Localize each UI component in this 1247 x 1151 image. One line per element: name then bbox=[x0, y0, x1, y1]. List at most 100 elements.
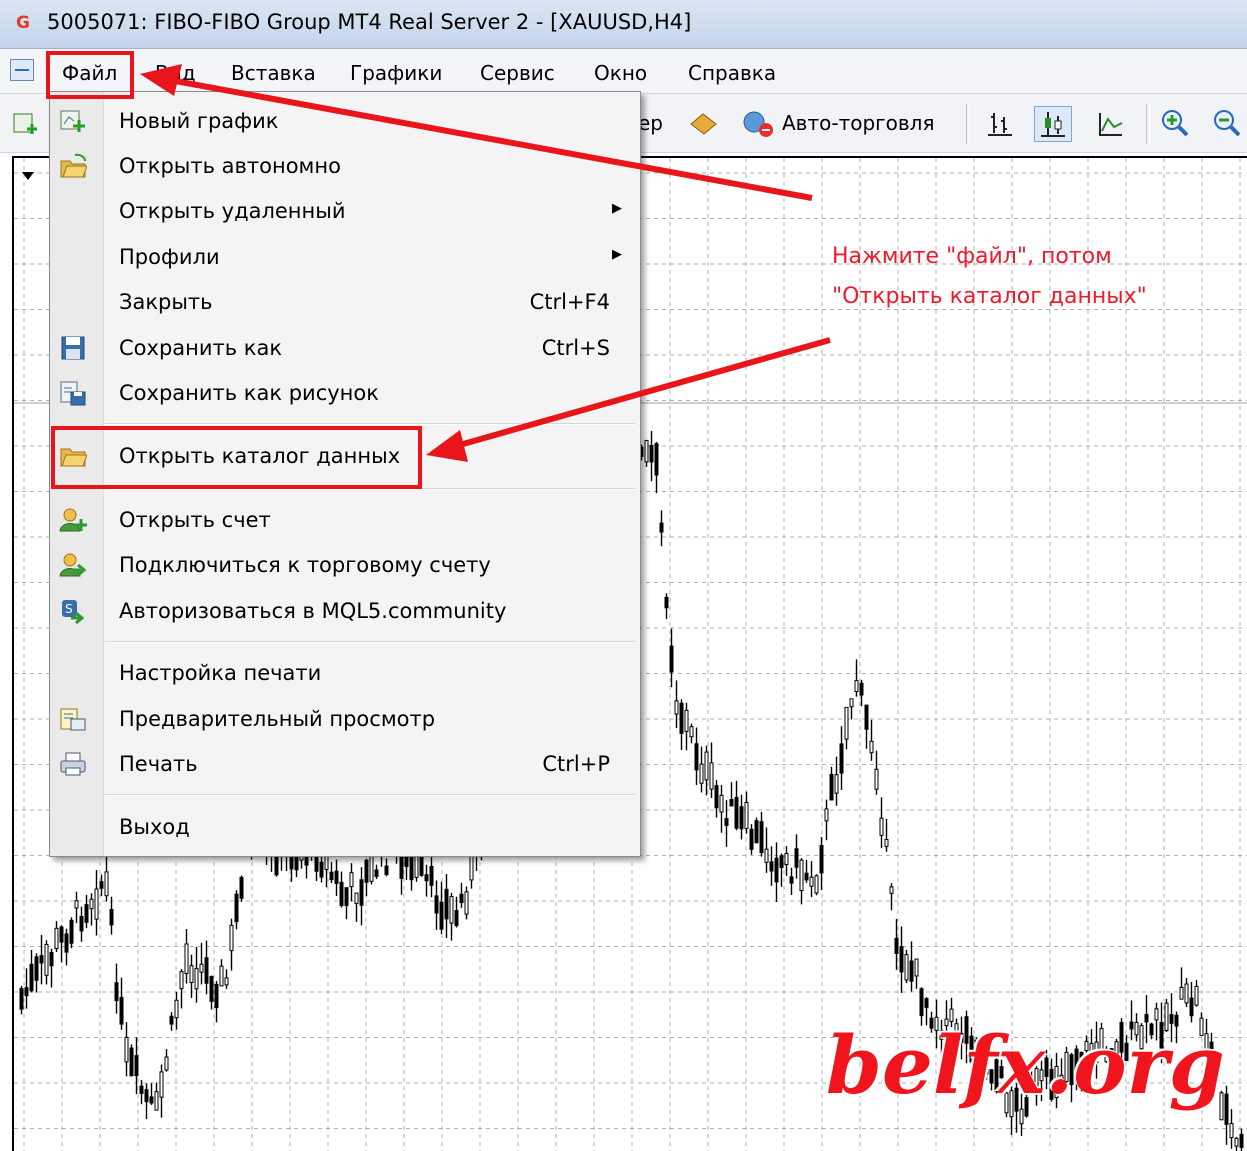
candle-body bbox=[669, 645, 674, 673]
chart-window-icon[interactable] bbox=[10, 59, 34, 81]
candle-body bbox=[24, 987, 29, 997]
candle-body bbox=[34, 956, 39, 981]
candle-body bbox=[644, 439, 649, 463]
candle-body bbox=[904, 954, 909, 981]
menu-print-preview[interactable]: Предварительный просмотр bbox=[50, 698, 640, 740]
menu-print-setup[interactable]: Настройка печати bbox=[50, 652, 640, 694]
menu-help[interactable]: Справка bbox=[688, 61, 776, 85]
menu-label: Печать bbox=[119, 752, 198, 776]
candle-body bbox=[664, 596, 669, 609]
printer-icon bbox=[60, 752, 86, 776]
candle-body bbox=[724, 818, 729, 826]
candle-body bbox=[739, 806, 744, 830]
new-chart-toolbar-button[interactable] bbox=[12, 106, 38, 140]
candle-body bbox=[659, 522, 664, 533]
candle-body bbox=[444, 888, 449, 920]
menu-separator bbox=[105, 641, 635, 643]
data-folder-highlight bbox=[51, 426, 422, 489]
menu-open-remote[interactable]: Открыть удаленный ▶ bbox=[50, 190, 640, 232]
bar-chart-button[interactable] bbox=[986, 106, 1014, 140]
candle-body bbox=[99, 881, 104, 889]
menu-label: Настройка печати bbox=[119, 661, 322, 685]
candle-body bbox=[449, 896, 454, 924]
candle-body bbox=[819, 844, 824, 874]
menu-print[interactable]: Печать Ctrl+P bbox=[50, 743, 640, 785]
open-folder-icon bbox=[60, 153, 87, 178]
menu-open-offline[interactable]: Открыть автономно bbox=[50, 145, 640, 187]
toolbar-separator bbox=[966, 104, 970, 144]
candle-body bbox=[19, 987, 24, 1010]
line-chart-button[interactable] bbox=[1096, 106, 1124, 140]
menu-new-chart[interactable]: Новый график bbox=[50, 100, 640, 142]
candle-body bbox=[184, 943, 189, 974]
candle-body bbox=[169, 1015, 174, 1025]
candle-body bbox=[159, 1071, 164, 1098]
candlestick-icon bbox=[1041, 112, 1065, 137]
menu-open-account[interactable]: Открыть счет bbox=[50, 499, 640, 541]
candle-body bbox=[799, 859, 804, 892]
menu-save-as-picture[interactable]: Сохранить как рисунок bbox=[50, 372, 640, 414]
user-add-icon bbox=[59, 508, 87, 532]
save-picture-icon bbox=[60, 381, 86, 406]
menu-label: Выход bbox=[119, 815, 190, 839]
candle-body bbox=[814, 875, 819, 894]
candle-body bbox=[39, 955, 44, 964]
candle-chart-button[interactable] bbox=[1034, 106, 1072, 142]
menu-service[interactable]: Сервис bbox=[480, 61, 555, 85]
candle-body bbox=[354, 892, 359, 904]
candle-body bbox=[129, 1047, 134, 1077]
candle-body bbox=[734, 796, 739, 829]
candle-body bbox=[329, 871, 334, 881]
candle-body bbox=[434, 895, 439, 914]
candle-body bbox=[704, 751, 709, 781]
menu-insert[interactable]: Вставка bbox=[231, 61, 316, 85]
annotation-line-2: "Открыть каталог данных" bbox=[832, 284, 1147, 309]
candle-body bbox=[204, 957, 209, 984]
file-menu-highlight bbox=[46, 51, 134, 99]
candle-body bbox=[709, 762, 714, 790]
zoom-in-button[interactable] bbox=[1160, 106, 1190, 140]
menu-separator bbox=[105, 794, 635, 796]
candle-body bbox=[364, 859, 369, 883]
candle-body bbox=[864, 704, 869, 730]
candle-body bbox=[1234, 1137, 1239, 1147]
candle-body bbox=[349, 872, 354, 888]
menu-profiles[interactable]: Профили ▶ bbox=[50, 236, 640, 278]
menu-close[interactable]: Закрыть Ctrl+F4 bbox=[50, 281, 640, 323]
candle-body bbox=[334, 870, 339, 884]
menu-charts[interactable]: Графики bbox=[350, 61, 442, 85]
candle-body bbox=[854, 680, 859, 693]
candle-body bbox=[839, 743, 844, 774]
candle-body bbox=[1194, 985, 1199, 1006]
menu-window[interactable]: Окно bbox=[594, 61, 647, 85]
candle-body bbox=[359, 879, 364, 906]
candle-body bbox=[134, 1055, 139, 1077]
menu-mql5-login[interactable]: S Авторизоваться в MQL5.community bbox=[50, 590, 640, 632]
candle-body bbox=[229, 924, 234, 952]
menu-label: Предварительный просмотр bbox=[119, 707, 436, 731]
watermark: belfx.org bbox=[826, 1018, 1225, 1112]
strategy-tester-button[interactable] bbox=[688, 106, 718, 140]
new-chart-icon bbox=[60, 110, 85, 132]
menu-exit[interactable]: Выход bbox=[50, 806, 640, 848]
candle-body bbox=[824, 808, 829, 822]
candle-body bbox=[829, 773, 834, 801]
menu-save-as[interactable]: Сохранить как Ctrl+S bbox=[50, 327, 640, 369]
menu-connect-account[interactable]: Подключиться к торговому счету bbox=[50, 544, 640, 586]
menu-view[interactable]: Вид bbox=[155, 61, 196, 85]
candle-body bbox=[899, 946, 904, 973]
toolbar-partial-button[interactable]: ер bbox=[638, 106, 663, 140]
candle-body bbox=[199, 963, 204, 973]
candle-body bbox=[1229, 1123, 1234, 1139]
print-preview-icon bbox=[60, 708, 86, 731]
candle-body bbox=[239, 876, 244, 899]
candle-body bbox=[64, 933, 69, 953]
candle-body bbox=[139, 1085, 144, 1094]
candle-body bbox=[749, 828, 754, 850]
candle-body bbox=[149, 1096, 154, 1104]
floppy-icon bbox=[61, 336, 85, 360]
autotrade-button[interactable]: Авто-торговля bbox=[740, 106, 935, 140]
candle-body bbox=[44, 943, 49, 976]
candle-body bbox=[1184, 983, 1189, 1004]
zoom-out-button[interactable] bbox=[1212, 106, 1242, 140]
